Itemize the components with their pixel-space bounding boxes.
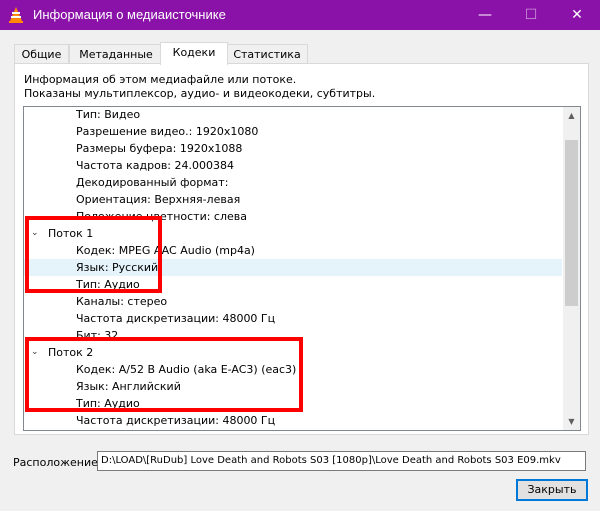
tree-item[interactable]: Кодек: A/52 B Audio (aka E-AC3) (eac3) <box>24 361 562 378</box>
tree-item-stream-1[interactable]: ⌄ Поток 1 <box>24 225 562 242</box>
tree-item[interactable]: Частота дискретизации: 48000 Гц <box>24 412 562 429</box>
vertical-scrollbar[interactable]: ▲ ▼ <box>563 107 580 430</box>
tree-item[interactable]: Ориентация: Верхняя-левая <box>24 191 562 208</box>
tab-metadata[interactable]: Метаданные <box>69 44 163 64</box>
location-field[interactable]: D:\LOAD\[RuDub] Love Death and Robots S0… <box>97 451 586 471</box>
location-label: Расположение: <box>13 456 102 469</box>
tree-item[interactable]: Язык: Английский <box>24 378 562 395</box>
close-window-button[interactable]: ✕ <box>554 0 600 30</box>
media-info-window: Информация о медиаисточнике — ☐ ✕ Общие … <box>0 0 600 511</box>
chevron-down-icon[interactable]: ⌄ <box>31 225 39 242</box>
scroll-down-arrow-icon[interactable]: ▼ <box>563 413 580 430</box>
tree-item[interactable]: Кодек: MPEG AAC Audio (mp4a) <box>24 242 562 259</box>
title-bar[interactable]: Информация о медиаисточнике — ☐ ✕ <box>0 0 600 30</box>
vlc-cone-icon <box>9 7 23 23</box>
chevron-down-icon[interactable]: ⌄ <box>31 344 39 361</box>
tree-item[interactable]: Частота дискретизации: 48000 Гц <box>24 310 562 327</box>
tree-item[interactable]: Каналы: стерео <box>24 293 562 310</box>
scroll-up-arrow-icon[interactable]: ▲ <box>563 107 580 124</box>
tab-codecs[interactable]: Кодеки <box>160 42 228 65</box>
window-title: Информация о медиаисточнике <box>33 7 226 22</box>
tree-item[interactable]: Частота кадров: 24.000384 <box>24 157 562 174</box>
tree-item[interactable]: Тип: Аудио <box>24 276 562 293</box>
tree-item[interactable]: Декодированный формат: <box>24 174 562 191</box>
tab-general[interactable]: Общие <box>14 44 69 64</box>
info-description-line-1: Информация об этом медиафайле или потоке… <box>24 73 297 86</box>
tree-item[interactable]: Положение цветности: слева <box>24 208 562 225</box>
tree-item-hovered[interactable]: Язык: Русский <box>24 259 562 276</box>
close-button[interactable]: Закрыть <box>516 479 588 501</box>
codecs-panel: Информация об этом медиафайле или потоке… <box>14 63 589 435</box>
tab-statistics[interactable]: Статистика <box>226 44 308 64</box>
tree-item[interactable]: Разрешение видео.: 1920x1080 <box>24 123 562 140</box>
codec-tree-view[interactable]: Тип: Видео Разрешение видео.: 1920x1080 … <box>23 106 581 431</box>
tree-item[interactable]: Размеры буфера: 1920x1088 <box>24 140 562 157</box>
info-description-line-2: Показаны мультиплексор, аудио- и видеоко… <box>24 87 376 100</box>
tree-item[interactable]: Тип: Аудио <box>24 395 562 412</box>
minimize-button[interactable]: — <box>462 0 508 30</box>
tree-item[interactable]: Бит: 32 <box>24 327 562 344</box>
tree-item-stream-2[interactable]: ⌄ Поток 2 <box>24 344 562 361</box>
tree-item[interactable]: Тип: Видео <box>24 107 562 123</box>
maximize-button[interactable]: ☐ <box>508 0 554 30</box>
scrollbar-thumb[interactable] <box>565 140 578 306</box>
